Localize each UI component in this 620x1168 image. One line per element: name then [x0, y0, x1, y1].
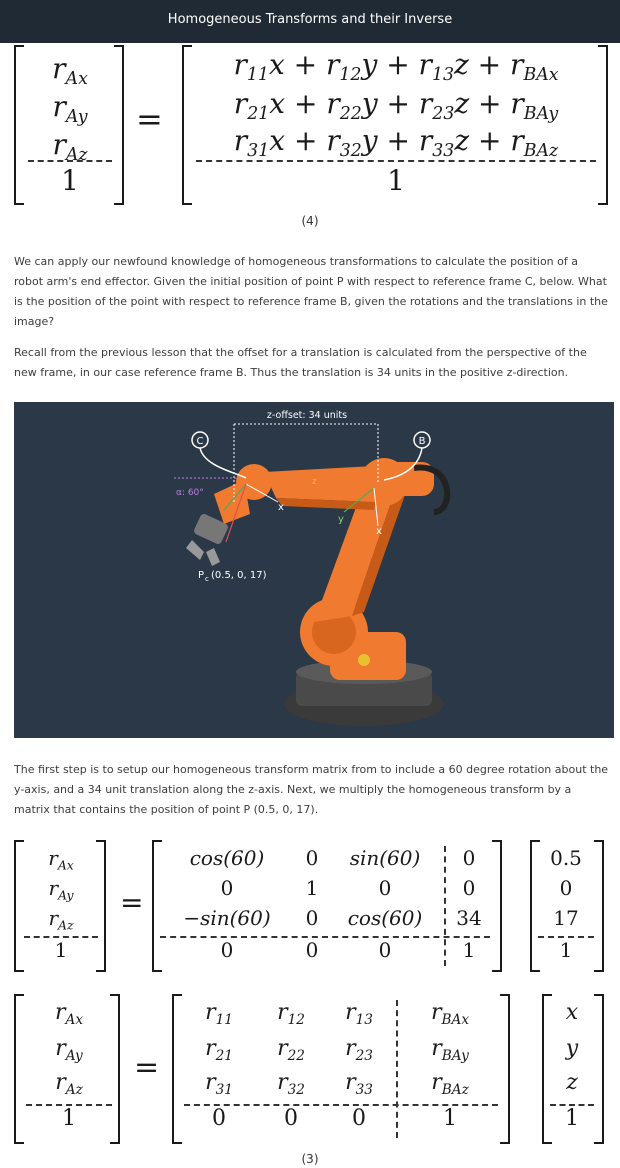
equation-row: r21x + r22y + r23z + rBAy: [233, 87, 559, 125]
matrix-cell: −sin(60): [183, 906, 271, 930]
matrix-cell: r31: [205, 1070, 233, 1098]
matrix-cell: r32: [277, 1070, 305, 1098]
vector-entry: 0: [559, 876, 573, 900]
robot-finger: [186, 540, 204, 560]
dashed-separator: [28, 160, 112, 162]
vector-entry: 1: [559, 938, 573, 962]
vector-entry: 0.5: [550, 846, 582, 870]
left-bracket: [14, 994, 24, 1144]
equals-sign: =: [120, 886, 144, 919]
dashed-separator: [196, 160, 596, 162]
axis-y-label: y: [338, 514, 344, 525]
dashed-column-separator: [396, 1000, 398, 1138]
matrix-cell: 0: [378, 938, 392, 962]
vector-entry: rAz: [55, 1070, 83, 1098]
right-bracket: [500, 994, 510, 1144]
matrix-cell: 0: [220, 938, 234, 962]
matrix-cell: 1: [462, 938, 476, 962]
vector-entry: 1: [62, 1106, 76, 1131]
axis-z-label: z: [312, 477, 317, 487]
matrix-cell: 0: [305, 846, 319, 870]
vector-entry: 17: [553, 906, 579, 930]
paragraph: We can apply our newfound knowledge of h…: [14, 255, 608, 328]
robot-arm-figure: C B z-offset: 34 units α: 60° x y x z P …: [14, 402, 614, 738]
paragraph: The first step is to setup our homogeneo…: [14, 763, 609, 816]
point-p-label: P: [198, 570, 204, 581]
left-bracket: [182, 45, 192, 205]
vector-entry: z: [566, 1070, 578, 1095]
vector-entry: rAx: [54, 1000, 84, 1028]
vector-entry: x: [565, 1000, 579, 1025]
matrix-cell: r21: [205, 1036, 233, 1064]
robot-illustration: C B z-offset: 34 units α: 60° x y x z P …: [174, 410, 450, 726]
axis-x-label: x: [278, 502, 284, 513]
equation-row: r31x + r32y + r33z + rBAz: [233, 124, 559, 162]
equation-number: (4): [301, 214, 319, 228]
vector-entry: rAy: [55, 1036, 83, 1064]
equals-sign: =: [136, 100, 163, 138]
vector-entry: rAx: [52, 52, 88, 90]
matrix-cell: 34: [456, 906, 482, 930]
point-p-coordinates: (0.5, 0, 17): [211, 570, 267, 581]
page-title: Homogeneous Transforms and their Inverse: [167, 12, 453, 27]
left-bracket: [14, 45, 24, 205]
vector-entry: rAy: [52, 90, 88, 128]
matrix-cell: r22: [277, 1036, 305, 1064]
vector-entry: rAz: [48, 906, 74, 933]
right-bracket: [492, 840, 502, 972]
matrix-cell: 1: [305, 876, 319, 900]
equation-row: r11x + r12y + r13z + rBAx: [233, 48, 559, 86]
matrix-cell: rBAy: [431, 1036, 469, 1064]
right-bracket: [598, 45, 608, 205]
robot-forearm: [264, 466, 376, 502]
matrix-cell: cos(60): [189, 846, 265, 870]
equals-sign: =: [134, 1050, 160, 1085]
axis-x-label: x: [376, 526, 382, 537]
matrix-cell: 0: [378, 876, 392, 900]
paragraph: Recall from the previous lesson that the…: [14, 346, 587, 379]
right-bracket: [594, 994, 604, 1144]
frame-b-label: B: [419, 436, 426, 447]
right-bracket: [594, 840, 604, 972]
vector-entry: rAy: [48, 876, 74, 903]
matrix-cell: 0: [352, 1106, 366, 1131]
robot-logo: [358, 654, 370, 666]
matrix-cell: sin(60): [349, 846, 421, 870]
vector-entry: 1: [565, 1106, 579, 1131]
matrix-cell: 0: [284, 1106, 298, 1131]
equation-row: 1: [387, 164, 405, 197]
left-bracket: [14, 840, 24, 972]
vector-entry: 1: [61, 164, 79, 197]
matrix-cell: r13: [345, 1000, 373, 1028]
matrix-cell: 0: [462, 846, 476, 870]
robot-finger: [206, 548, 220, 566]
matrix-cell: r33: [345, 1070, 373, 1098]
vector-entry: rAx: [48, 846, 74, 873]
point-p-frame-subscript: c: [205, 575, 209, 583]
matrix-cell: 0: [212, 1106, 226, 1131]
matrix-cell: 0: [305, 938, 319, 962]
matrix-cell: 0: [305, 906, 319, 930]
matrix-cell: 1: [443, 1106, 457, 1131]
right-bracket: [114, 45, 124, 205]
frame-c-label: C: [197, 436, 204, 447]
vector-entry: 1: [54, 938, 68, 962]
vector-entry: y: [565, 1036, 579, 1061]
matrix-cell: 0: [220, 876, 234, 900]
matrix-cell: r11: [205, 1000, 233, 1028]
left-bracket: [172, 994, 182, 1144]
matrix-cell: rBAx: [430, 1000, 470, 1028]
alpha-label: α: 60°: [176, 488, 204, 498]
matrix-cell: r23: [345, 1036, 373, 1064]
matrix-cell: cos(60): [347, 906, 423, 930]
matrix-cell: r12: [277, 1000, 305, 1028]
matrix-cell: rBAz: [431, 1070, 469, 1098]
z-offset-label: z-offset: 34 units: [267, 410, 347, 421]
equation-number: (3): [301, 1152, 319, 1166]
matrix-cell: 0: [462, 876, 476, 900]
top-bar: Homogeneous Transforms and their Inverse: [0, 0, 620, 43]
